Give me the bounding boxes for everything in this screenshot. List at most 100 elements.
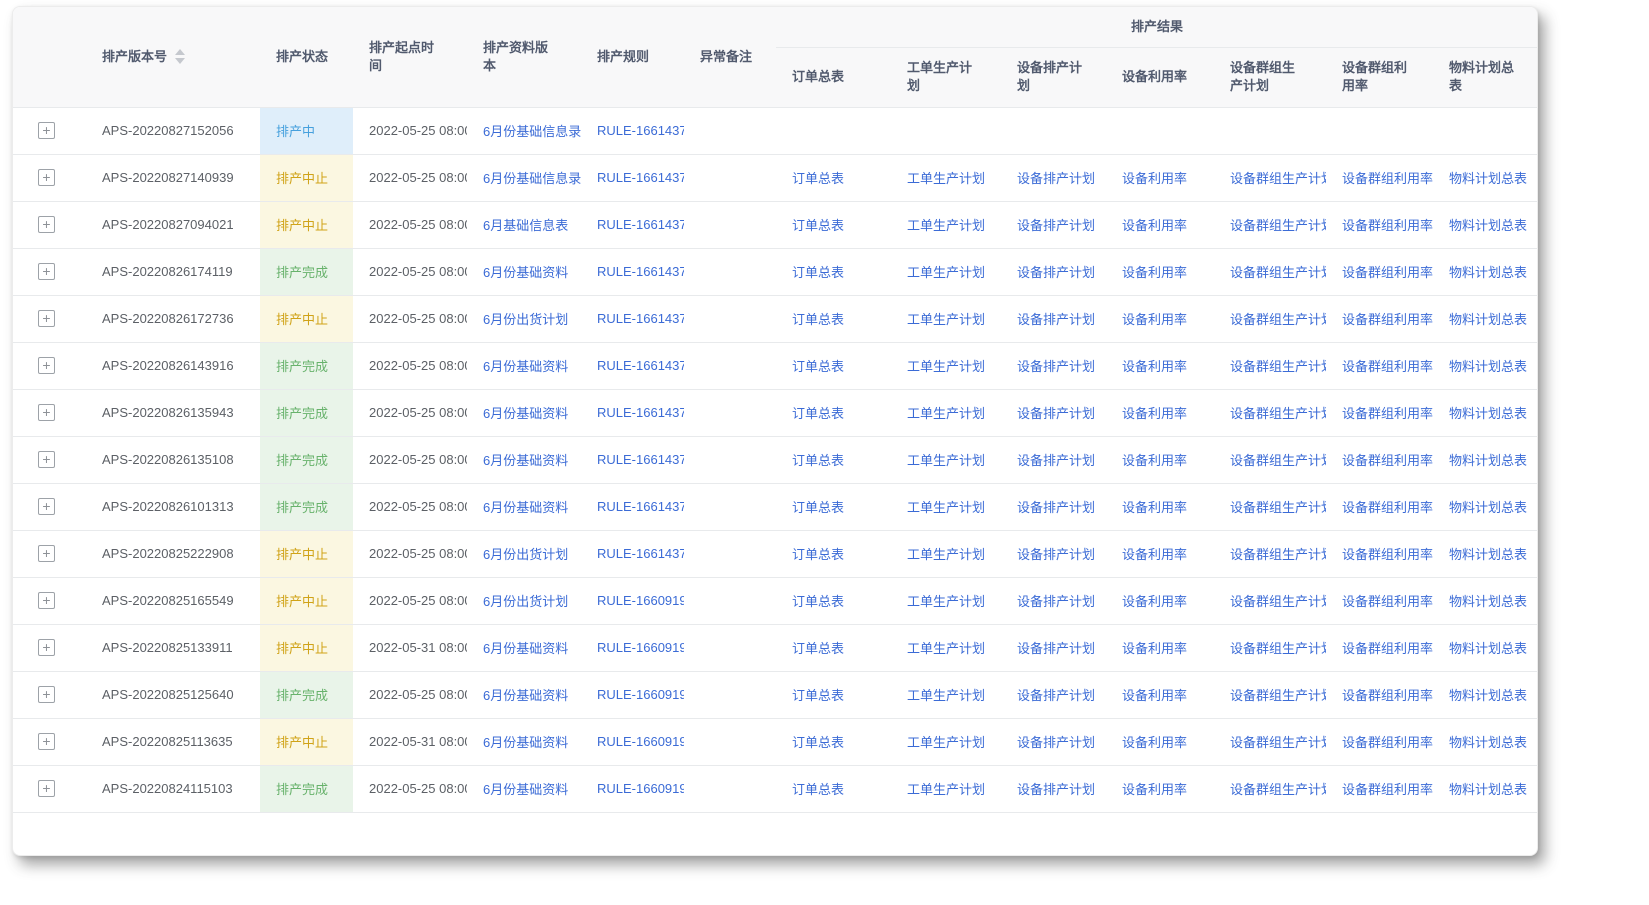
result-link-workorder-plan[interactable]: 工单生产计划 [891,718,1001,765]
result-link-workorder-plan[interactable]: 工单生产计划 [891,765,1001,812]
result-link-equipment-utilization[interactable]: 设备利用率 [1106,483,1214,530]
result-link-group-plan[interactable]: 设备群组生产计划 [1214,671,1326,718]
result-link-order-summary[interactable]: 订单总表 [776,436,891,483]
result-link-material-plan[interactable]: 物料计划总表 [1433,483,1538,530]
result-link-equipment-plan[interactable]: 设备排产计划 [1001,624,1106,671]
result-link-equipment-utilization[interactable]: 设备利用率 [1106,436,1214,483]
result-link-equipment-utilization[interactable]: 设备利用率 [1106,530,1214,577]
result-link-group-utilization[interactable]: 设备群组利用率 [1326,671,1433,718]
result-link-workorder-plan[interactable]: 工单生产计划 [891,577,1001,624]
data-version-link[interactable]: 6月份基础资料 [467,624,581,671]
rule-link[interactable]: RULE-166091998 [581,624,684,671]
result-link-material-plan[interactable]: 物料计划总表 [1433,295,1538,342]
data-version-link[interactable]: 6月基础信息表 [467,201,581,248]
result-link-equipment-utilization[interactable]: 设备利用率 [1106,342,1214,389]
sort-asc-icon[interactable] [175,49,185,55]
expand-row-button[interactable]: + [38,122,55,139]
rule-link[interactable]: RULE-166143771 [581,389,684,436]
result-link-equipment-plan[interactable]: 设备排产计划 [1001,154,1106,201]
result-link-material-plan[interactable]: 物料计划总表 [1433,154,1538,201]
result-link-group-utilization[interactable]: 设备群组利用率 [1326,389,1433,436]
result-link-equipment-plan[interactable]: 设备排产计划 [1001,671,1106,718]
result-link-equipment-plan[interactable]: 设备排产计划 [1001,483,1106,530]
expand-row-button[interactable]: + [38,780,55,797]
result-link-order-summary[interactable]: 订单总表 [776,154,891,201]
result-link-workorder-plan[interactable]: 工单生产计划 [891,436,1001,483]
result-link-equipment-utilization[interactable]: 设备利用率 [1106,624,1214,671]
result-link-equipment-utilization[interactable]: 设备利用率 [1106,295,1214,342]
result-link-group-utilization[interactable]: 设备群组利用率 [1326,154,1433,201]
result-link-material-plan[interactable]: 物料计划总表 [1433,765,1538,812]
result-link-equipment-utilization[interactable]: 设备利用率 [1106,577,1214,624]
rule-link[interactable]: RULE-166143771 [581,248,684,295]
result-link-workorder-plan[interactable]: 工单生产计划 [891,483,1001,530]
result-link-group-utilization[interactable]: 设备群组利用率 [1326,530,1433,577]
result-link-workorder-plan[interactable]: 工单生产计划 [891,248,1001,295]
result-link-group-utilization[interactable]: 设备群组利用率 [1326,577,1433,624]
result-link-equipment-utilization[interactable]: 设备利用率 [1106,765,1214,812]
result-link-equipment-plan[interactable]: 设备排产计划 [1001,248,1106,295]
expand-row-button[interactable]: + [38,216,55,233]
result-link-group-utilization[interactable]: 设备群组利用率 [1326,765,1433,812]
result-link-equipment-plan[interactable]: 设备排产计划 [1001,389,1106,436]
result-link-group-utilization[interactable]: 设备群组利用率 [1326,436,1433,483]
result-link-group-plan[interactable]: 设备群组生产计划 [1214,295,1326,342]
expand-row-button[interactable]: + [38,686,55,703]
result-link-equipment-utilization[interactable]: 设备利用率 [1106,248,1214,295]
rule-link[interactable]: RULE-166143771 [581,436,684,483]
result-link-equipment-plan[interactable]: 设备排产计划 [1001,765,1106,812]
result-link-group-utilization[interactable]: 设备群组利用率 [1326,483,1433,530]
result-link-material-plan[interactable]: 物料计划总表 [1433,624,1538,671]
result-link-equipment-utilization[interactable]: 设备利用率 [1106,389,1214,436]
expand-row-button[interactable]: + [38,592,55,609]
data-version-link[interactable]: 6月份基础资料 [467,765,581,812]
result-link-workorder-plan[interactable]: 工单生产计划 [891,671,1001,718]
rule-link[interactable]: RULE-166091998 [581,718,684,765]
expand-row-button[interactable]: + [38,733,55,750]
expand-row-button[interactable]: + [38,498,55,515]
expand-row-button[interactable]: + [38,404,55,421]
result-link-group-plan[interactable]: 设备群组生产计划 [1214,389,1326,436]
rule-link[interactable]: RULE-166143771 [581,201,684,248]
result-link-group-plan[interactable]: 设备群组生产计划 [1214,342,1326,389]
rule-link[interactable]: RULE-166091998 [581,765,684,812]
result-link-order-summary[interactable]: 订单总表 [776,671,891,718]
result-link-order-summary[interactable]: 订单总表 [776,483,891,530]
rule-link[interactable]: RULE-166143771 [581,154,684,201]
data-version-link[interactable]: 6月份基础资料 [467,248,581,295]
rule-link[interactable]: RULE-166143771 [581,530,684,577]
data-version-link[interactable]: 6月份出货计划 [467,295,581,342]
rule-link[interactable]: RULE-166143771 [581,342,684,389]
result-link-equipment-plan[interactable]: 设备排产计划 [1001,530,1106,577]
result-link-order-summary[interactable]: 订单总表 [776,201,891,248]
result-link-workorder-plan[interactable]: 工单生产计划 [891,295,1001,342]
result-link-group-utilization[interactable]: 设备群组利用率 [1326,201,1433,248]
result-link-group-utilization[interactable]: 设备群组利用率 [1326,295,1433,342]
result-link-order-summary[interactable]: 订单总表 [776,530,891,577]
data-version-link[interactable]: 6月份基础资料 [467,483,581,530]
rule-link[interactable]: RULE-166143771 [581,107,684,154]
data-version-link[interactable]: 6月份基础信息录入 [467,107,581,154]
result-link-equipment-utilization[interactable]: 设备利用率 [1106,154,1214,201]
result-link-group-utilization[interactable]: 设备群组利用率 [1326,718,1433,765]
result-link-order-summary[interactable]: 订单总表 [776,624,891,671]
result-link-material-plan[interactable]: 物料计划总表 [1433,248,1538,295]
expand-row-button[interactable]: + [38,310,55,327]
result-link-group-utilization[interactable]: 设备群组利用率 [1326,248,1433,295]
result-link-workorder-plan[interactable]: 工单生产计划 [891,154,1001,201]
data-version-link[interactable]: 6月份基础资料 [467,436,581,483]
expand-row-button[interactable]: + [38,357,55,374]
result-link-workorder-plan[interactable]: 工单生产计划 [891,342,1001,389]
sort-desc-icon[interactable] [175,58,185,64]
rule-link[interactable]: RULE-166091998 [581,577,684,624]
data-version-link[interactable]: 6月份出货计划 [467,530,581,577]
result-link-order-summary[interactable]: 订单总表 [776,389,891,436]
result-link-group-plan[interactable]: 设备群组生产计划 [1214,530,1326,577]
result-link-workorder-plan[interactable]: 工单生产计划 [891,624,1001,671]
result-link-workorder-plan[interactable]: 工单生产计划 [891,389,1001,436]
sort-carets-icon[interactable] [175,49,185,64]
result-link-equipment-utilization[interactable]: 设备利用率 [1106,718,1214,765]
result-link-material-plan[interactable]: 物料计划总表 [1433,671,1538,718]
rule-link[interactable]: RULE-166143771 [581,483,684,530]
result-link-group-plan[interactable]: 设备群组生产计划 [1214,154,1326,201]
